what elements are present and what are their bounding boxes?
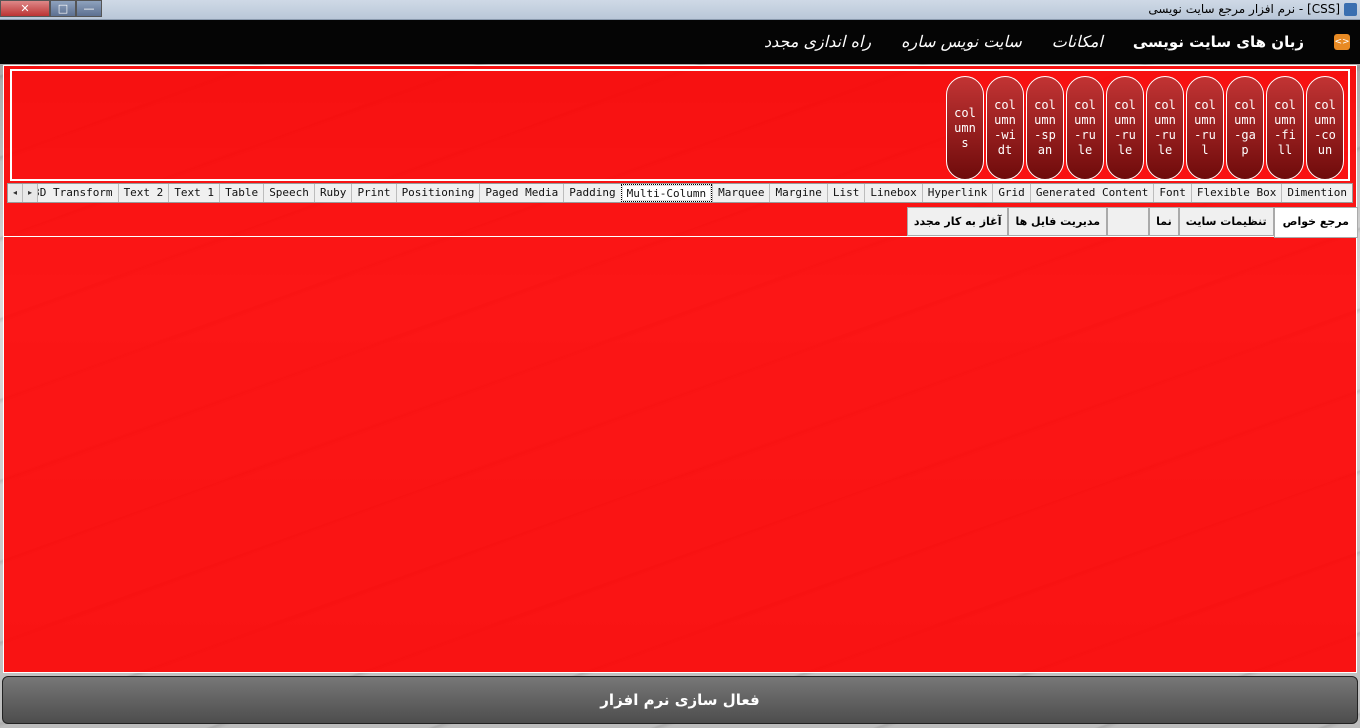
tab-margine[interactable]: Margine: [769, 184, 827, 202]
property-pill[interactable]: column-fill: [1266, 76, 1304, 180]
tab-linebox[interactable]: Linebox: [864, 184, 922, 202]
tab-speech[interactable]: Speech: [263, 184, 314, 202]
property-pill[interactable]: column-rule: [1146, 76, 1184, 180]
sub-tab-row: مرجع خواص تنظیمات سایت نما مدیریت فایل ها آغ…: [4, 207, 1358, 238]
tab-list[interactable]: List: [826, 184, 865, 202]
tab-font[interactable]: Font: [1153, 184, 1191, 202]
property-pill-label: column-rule: [1074, 98, 1096, 157]
tab-2d-3d-transform[interactable]: 2D/3D Transform: [38, 184, 118, 202]
sub-tab-2[interactable]: نما: [1149, 207, 1179, 236]
tab-ruby[interactable]: Ruby: [313, 184, 352, 202]
tab-hyperlink[interactable]: Hyperlink: [921, 184, 993, 202]
property-list: column-coun column-fill column-gap column-r…: [946, 76, 1344, 180]
property-pill-label: column-rul: [1194, 98, 1216, 157]
window-controls: ✕ □ —: [0, 0, 102, 18]
property-pill[interactable]: column-span: [1026, 76, 1064, 180]
property-pill-label: column-coun: [1314, 98, 1336, 157]
property-pill-label: column-rule: [1114, 98, 1136, 157]
workspace: column-coun column-fill column-gap column-r…: [3, 65, 1358, 673]
tab-dimention[interactable]: Dimention: [1281, 184, 1352, 202]
tab-generated-content[interactable]: Generated Content: [1029, 184, 1154, 202]
property-pill[interactable]: column-rul: [1186, 76, 1224, 180]
tab-paged-media[interactable]: Paged Media: [479, 184, 564, 202]
property-pill[interactable]: column-rule: [1106, 76, 1144, 180]
property-pill-label: column-widt: [994, 98, 1016, 157]
sub-tab-4[interactable]: مدیریت فایل ها: [1008, 207, 1108, 236]
tab-padding[interactable]: Padding: [563, 184, 621, 202]
sub-tab-0[interactable]: مرجع خواص: [1273, 207, 1358, 238]
menu-item-1[interactable]: امکانات: [1052, 32, 1103, 51]
close-button[interactable]: ✕: [0, 0, 50, 17]
tab-positioning[interactable]: Positioning: [395, 184, 480, 202]
tab-scroll-buttons: ◂ ▸: [8, 184, 38, 202]
property-panel: column-coun column-fill column-gap column-r…: [10, 69, 1350, 181]
tab-grid[interactable]: Grid: [992, 184, 1030, 202]
property-pill[interactable]: column-coun: [1306, 76, 1344, 180]
window-title: نرم افزار مرجع سایت نویسی - [CSS]: [1148, 2, 1340, 16]
menu-item-3[interactable]: راه اندازی مجدد: [764, 32, 871, 51]
tab-flexible-box[interactable]: Flexible Box: [1190, 184, 1282, 202]
sub-tab-3[interactable]: [1107, 207, 1150, 236]
title-bar: ✕ □ — نرم افزار مرجع سایت نویسی - [CSS]: [0, 0, 1360, 20]
menu-item-0[interactable]: زبان های سایت نویسی: [1133, 33, 1304, 51]
tab-print[interactable]: Print: [351, 184, 396, 202]
property-pill[interactable]: column-gap: [1226, 76, 1264, 180]
maximize-button[interactable]: □: [50, 0, 76, 17]
sub-tab-5[interactable]: آغاز به کار مجدد: [906, 207, 1009, 236]
property-pill-label: column-rule: [1154, 98, 1176, 157]
category-tabs: Dimention Flexible Box Font Generated Conte…: [38, 184, 1352, 202]
tab-text-2[interactable]: Text 2: [117, 184, 169, 202]
property-pill-label: column-gap: [1234, 98, 1256, 157]
property-pill[interactable]: columns: [946, 76, 984, 180]
menu-item-2[interactable]: سایت نویس ساره: [901, 32, 1022, 51]
main-menu-bar: <> زبان های سایت نویسی امکانات سایت نویس س…: [0, 20, 1360, 64]
tab-marquee[interactable]: Marquee: [712, 184, 770, 202]
tab-table[interactable]: Table: [219, 184, 264, 202]
property-pill-label: column-span: [1034, 98, 1056, 157]
property-pill-label: columns: [954, 105, 976, 150]
category-tab-strip: ◂ ▸ Dimention Flexible Box Font Generated C…: [7, 183, 1353, 203]
tab-scroll-left-icon[interactable]: ◂: [8, 184, 23, 202]
property-pill[interactable]: column-widt: [986, 76, 1024, 180]
app-icon: [1344, 3, 1357, 16]
property-pill-label: column-fill: [1274, 98, 1296, 157]
tab-multi-column[interactable]: Multi-Column: [620, 184, 713, 202]
activate-software-label: فعال سازی نرم افزار: [600, 691, 760, 709]
sub-tab-1[interactable]: تنظیمات سایت: [1178, 207, 1274, 236]
activate-software-button[interactable]: فعال سازی نرم افزار: [2, 676, 1358, 724]
main-menu: <> زبان های سایت نویسی امکانات سایت نویس س…: [764, 32, 1350, 51]
tab-text-1[interactable]: Text 1: [168, 184, 220, 202]
minimize-button[interactable]: —: [76, 0, 102, 17]
property-pill[interactable]: column-rule: [1066, 76, 1104, 180]
tab-scroll-right-icon[interactable]: ▸: [23, 184, 38, 202]
sub-tabs: مرجع خواص تنظیمات سایت نما مدیریت فایل ها آغ…: [906, 207, 1358, 238]
css-logo-icon: <>: [1334, 33, 1350, 50]
